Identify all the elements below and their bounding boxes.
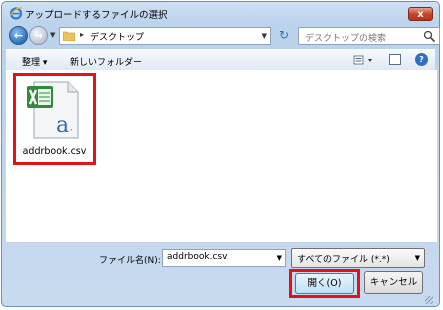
help-icon[interactable]: ? [415,53,428,66]
excel-csv-file-icon: a , [27,81,79,139]
file-type-select[interactable]: すべてのファイル (*.*) ▼ [291,248,425,268]
command-toolbar: 整理 ▾ 新しいフォルダー ? [6,49,435,71]
search-box[interactable]: デスクトップの検索 [298,27,440,45]
views-icon[interactable] [353,54,375,66]
file-name-label: addrbook.csv [22,146,87,157]
breadcrumb-desktop[interactable]: デスクトップ [90,30,144,43]
filename-value: addrbook.csv [167,252,228,262]
window-title: アップロードするファイルの選択 [25,10,168,21]
file-open-dialog: アップロードするファイルの選択 x ← → ▼ ▸ デスクトップ ▼ ↻ デスク… [1,1,440,307]
search-icon[interactable] [423,30,436,43]
close-button[interactable]: x [408,7,433,21]
filename-field[interactable]: addrbook.csv ▼ [162,249,286,267]
folder-icon [63,31,75,41]
forward-button[interactable]: → [29,26,48,45]
svg-text:a: a [56,113,69,138]
back-button[interactable]: ← [9,26,28,45]
filename-dropdown-icon[interactable]: ▼ [277,254,282,262]
filename-label: ファイル名(N): [99,256,161,266]
file-list: a , addrbook.csv [6,70,437,243]
open-button-highlight: 開く(O) [289,269,360,298]
new-folder-button[interactable]: 新しいフォルダー [70,55,142,68]
history-dropdown-icon[interactable]: ▼ [50,31,55,39]
resize-grip[interactable] [425,296,433,304]
file-type-value: すべてのファイル (*.*) [297,255,390,265]
title-bar[interactable]: アップロードするファイルの選択 x [2,2,439,24]
cancel-button[interactable]: キャンセル [364,271,423,294]
preview-pane-icon[interactable] [389,54,401,65]
dialog-footer: ファイル名(N): addrbook.csv ▼ すべてのファイル (*.*) … [6,243,435,306]
svg-text:,: , [70,123,73,132]
address-dropdown-icon[interactable]: ▼ [262,32,267,40]
ie-icon [9,7,23,20]
refresh-icon[interactable]: ↻ [277,28,291,42]
open-button[interactable]: 開く(O) [295,273,354,294]
address-bar[interactable]: ▸ デスクトップ ▼ [59,27,271,45]
organize-menu[interactable]: 整理 ▾ [22,55,47,68]
navigation-bar: ← → ▼ ▸ デスクトップ ▼ ↻ デスクトップの検索 [7,24,440,48]
breadcrumb-chevron-icon[interactable]: ▸ [80,30,84,39]
file-type-dropdown-icon: ▼ [414,254,420,262]
search-placeholder: デスクトップの検索 [305,34,387,44]
file-item-addrbook[interactable]: a , addrbook.csv [13,73,96,165]
